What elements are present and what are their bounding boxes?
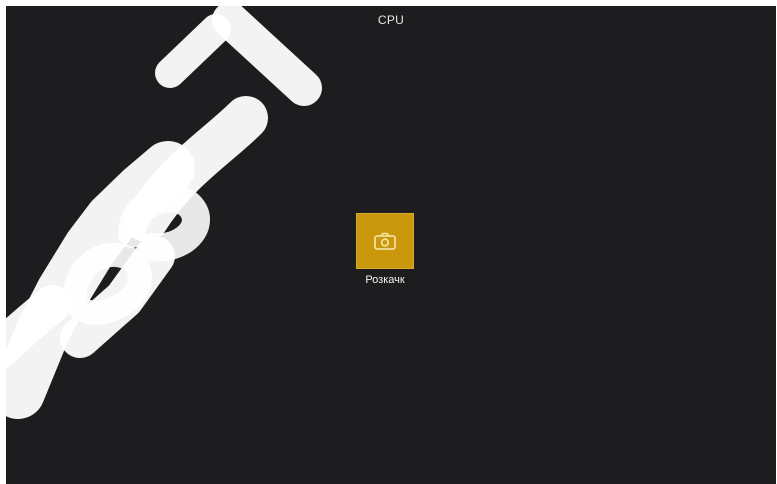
screen-title: CPU — [377, 13, 405, 27]
app-label[interactable]: Розкачк — [339, 274, 431, 286]
desktop-screen: CPU Розкачк — [6, 6, 776, 484]
camera-icon — [373, 231, 397, 251]
app-tile-camera[interactable] — [356, 213, 414, 269]
